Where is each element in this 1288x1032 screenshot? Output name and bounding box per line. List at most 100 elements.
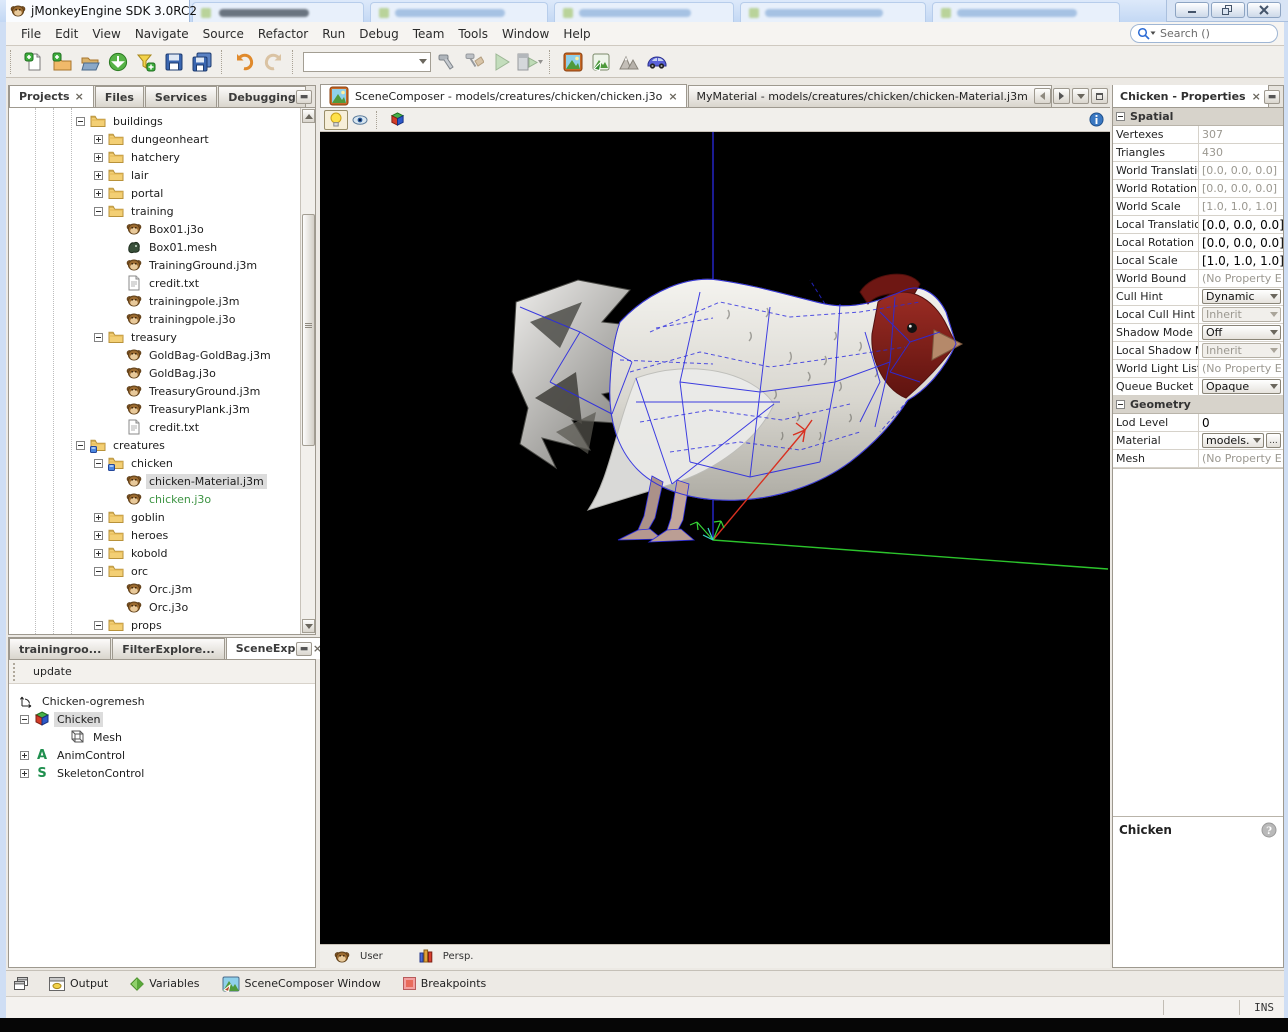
clean-build-button[interactable]: [461, 49, 487, 75]
close-icon[interactable]: ×: [1252, 91, 1261, 102]
close-icon[interactable]: ×: [75, 91, 84, 102]
status-button-scenecomposer-window[interactable]: SceneComposer Window: [222, 976, 381, 992]
expand-plus-icon[interactable]: [93, 152, 104, 163]
status-button-output[interactable]: Output: [49, 977, 108, 991]
scroll-down-icon[interactable]: [302, 619, 315, 633]
menu-refactor[interactable]: Refactor: [251, 24, 315, 44]
tab-trainingroo[interactable]: trainingroo...: [9, 638, 111, 659]
property-dropdown[interactable]: models...: [1202, 433, 1264, 448]
undo-button[interactable]: [232, 49, 258, 75]
vehicle-button[interactable]: [644, 49, 670, 75]
scrollbar-thumb[interactable]: [302, 214, 315, 446]
expand-plus-icon[interactable]: [93, 188, 104, 199]
restore-button[interactable]: [1211, 2, 1245, 18]
search-input[interactable]: [1160, 27, 1260, 40]
property-section-spatial[interactable]: Spatial: [1113, 108, 1283, 126]
download-update-button[interactable]: [105, 49, 131, 75]
tab-files[interactable]: Files: [95, 86, 144, 107]
expand-plus-icon[interactable]: [93, 134, 104, 145]
new-file-button[interactable]: [21, 49, 47, 75]
maximize-editor-button[interactable]: [1091, 88, 1108, 104]
tree-item-chicken[interactable]: Chicken: [9, 710, 315, 728]
minimize-panel-icon[interactable]: ▬: [296, 642, 312, 656]
build-hammer-button[interactable]: [433, 49, 459, 75]
tab-services[interactable]: Services: [145, 86, 217, 107]
projects-scrollbar[interactable]: [300, 108, 315, 634]
tree-item-chicken-ogremesh[interactable]: Chicken-ogremesh: [9, 692, 315, 710]
tab-chicken-properties[interactable]: Chicken - Properties ×: [1113, 85, 1269, 107]
tab-projects[interactable]: Projects×: [9, 85, 94, 107]
expand-minus-icon[interactable]: [75, 440, 86, 451]
light-toggle-button[interactable]: [324, 110, 348, 130]
image-asset-button[interactable]: [588, 49, 614, 75]
update-button[interactable]: update: [25, 663, 80, 680]
camera-label[interactable]: User: [360, 951, 383, 962]
material-browse-button[interactable]: ...: [1266, 433, 1281, 448]
menu-file[interactable]: File: [14, 24, 48, 44]
redo-button[interactable]: [260, 49, 286, 75]
expand-plus-icon[interactable]: [19, 768, 30, 779]
tab-list-dropdown-button[interactable]: [1072, 88, 1089, 104]
menu-tools[interactable]: Tools: [451, 24, 495, 44]
expand-plus-icon[interactable]: [19, 750, 30, 761]
menu-window[interactable]: Window: [495, 24, 556, 44]
expand-minus-icon[interactable]: [93, 620, 104, 631]
editor-tab-mymaterial[interactable]: MyMaterial - models/creatures/chicken/ch…: [688, 85, 1052, 107]
property-dropdown[interactable]: Opaque: [1202, 379, 1281, 394]
dock-windows-icon[interactable]: [14, 977, 29, 991]
property-value[interactable]: [0.0, 0.0, 0.0]: [1202, 236, 1283, 250]
menu-debug[interactable]: Debug: [352, 24, 405, 44]
property-value[interactable]: [1.0, 1.0, 1.0]: [1202, 254, 1283, 268]
tab-sceneexp[interactable]: SceneExp...×: [226, 637, 332, 659]
expand-minus-icon[interactable]: [93, 206, 104, 217]
run-config-button[interactable]: [517, 49, 543, 75]
menu-run[interactable]: Run: [315, 24, 352, 44]
wireframe-cube-button[interactable]: [385, 110, 409, 130]
info-button[interactable]: [1089, 112, 1104, 130]
expand-minus-icon[interactable]: [93, 332, 104, 343]
expand-minus-icon[interactable]: [19, 714, 30, 725]
window-title-bar[interactable]: jMonkeyEngine SDK 3.0RC2: [6, 0, 190, 22]
tree-item-animcontrol[interactable]: AAnimControl: [9, 746, 315, 764]
image-scene-button[interactable]: [560, 49, 586, 75]
property-value[interactable]: 0: [1202, 416, 1210, 430]
property-dropdown[interactable]: Off: [1202, 325, 1281, 340]
run-button[interactable]: [489, 49, 515, 75]
scene-viewport[interactable]: [320, 132, 1110, 944]
menu-source[interactable]: Source: [196, 24, 251, 44]
close-button[interactable]: [1247, 2, 1281, 18]
tab-filterexplore[interactable]: FilterExplore...: [112, 638, 224, 659]
editor-tab-scenecomposer[interactable]: SceneComposer - models/creatures/chicken…: [320, 84, 687, 107]
property-section-geometry[interactable]: Geometry: [1113, 396, 1283, 414]
expand-minus-icon[interactable]: [93, 458, 104, 469]
quick-search[interactable]: [1130, 24, 1278, 43]
close-icon[interactable]: ×: [668, 91, 677, 102]
scroll-tabs-left-button[interactable]: [1034, 88, 1051, 104]
new-project-button[interactable]: [49, 49, 75, 75]
tree-item-skeletoncontrol[interactable]: SSkeletonControl: [9, 764, 315, 782]
scroll-up-icon[interactable]: [302, 109, 315, 123]
minimize-panel-icon[interactable]: ▬: [296, 90, 312, 104]
save-button[interactable]: [161, 49, 187, 75]
property-dropdown[interactable]: Dynamic: [1202, 289, 1281, 304]
menu-help[interactable]: Help: [556, 24, 597, 44]
help-icon[interactable]: ?: [1261, 822, 1277, 838]
tree-item-mesh[interactable]: Mesh: [9, 728, 315, 746]
expand-plus-icon[interactable]: [93, 512, 104, 523]
projection-label[interactable]: Persp.: [443, 951, 474, 962]
menu-navigate[interactable]: Navigate: [128, 24, 196, 44]
save-all-button[interactable]: [189, 49, 215, 75]
property-value[interactable]: [0.0, 0.0, 0.0]: [1202, 218, 1283, 232]
menu-team[interactable]: Team: [406, 24, 452, 44]
expand-plus-icon[interactable]: [93, 548, 104, 559]
expand-plus-icon[interactable]: [93, 530, 104, 541]
scroll-tabs-right-button[interactable]: [1053, 88, 1070, 104]
main-project-combobox[interactable]: [303, 52, 431, 72]
filter-new-button[interactable]: [133, 49, 159, 75]
terrain-button[interactable]: [616, 49, 642, 75]
menu-edit[interactable]: Edit: [48, 24, 85, 44]
expand-plus-icon[interactable]: [93, 170, 104, 181]
expand-minus-icon[interactable]: [75, 116, 86, 127]
expand-minus-icon[interactable]: [93, 566, 104, 577]
collapse-minus-icon[interactable]: [1115, 111, 1126, 122]
